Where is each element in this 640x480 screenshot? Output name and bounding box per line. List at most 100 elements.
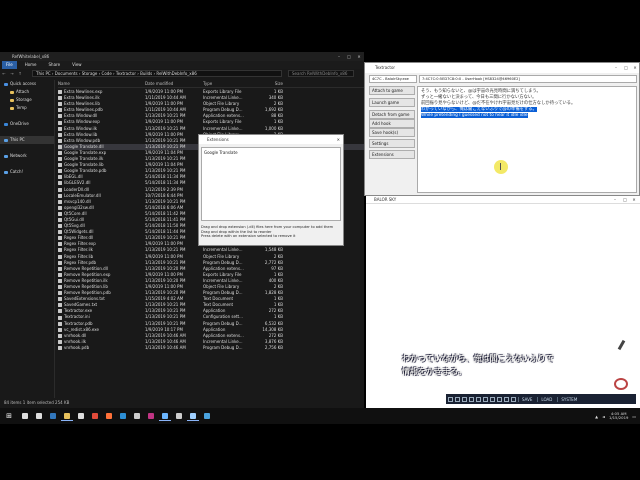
- system-tray: ▲ ◄ 4:05 AM 1/15/2019 ▭: [595, 408, 636, 424]
- game-menu-bar: SAVE LOAD SYSTEM: [446, 394, 636, 404]
- status-bar: 84 items 1 item selected 254 KB: [0, 398, 364, 408]
- navigation-pane: Quick access Attach Storage Temp OneDrive Thi…: [0, 80, 55, 398]
- textractor-icon[interactable]: [159, 411, 171, 421]
- game-save-button[interactable]: SAVE: [518, 396, 535, 402]
- address-bar-row: ← → ↑ This PC › Documents › Storage › Co…: [0, 69, 364, 78]
- ribbon-tab-home[interactable]: Home: [21, 61, 41, 69]
- nav-item-label: Quick access: [10, 81, 37, 86]
- forward-icon[interactable]: →: [8, 71, 16, 76]
- extensions-button[interactable]: Extensions: [369, 150, 415, 159]
- nav-item-this-pc[interactable]: This PC: [0, 136, 54, 144]
- column-date[interactable]: Date modified: [145, 80, 203, 87]
- minimize-icon[interactable]: –: [610, 196, 620, 204]
- game-control-icon[interactable]: [490, 396, 495, 402]
- explorer-title-bar[interactable]: RefWhitelabel_x86 – □ ✕: [0, 52, 364, 61]
- search-icon[interactable]: [19, 411, 31, 421]
- search-input[interactable]: Search RelWithDebInfo_x86: [288, 70, 354, 77]
- up-icon[interactable]: ↑: [16, 71, 24, 76]
- detach-from-game-button[interactable]: Detach from game: [369, 110, 415, 119]
- game-dialogue[interactable]: わかっていながら、俺は聞こえないふりで 情報をかきまる。: [402, 352, 606, 378]
- terminal-icon[interactable]: [131, 411, 143, 421]
- close-icon[interactable]: ✕: [629, 196, 639, 204]
- extension-item[interactable]: Google Translate: [204, 150, 338, 155]
- nav-item-catch-[interactable]: Catch!: [0, 168, 54, 176]
- game-control-icon[interactable]: [469, 396, 474, 402]
- minimize-icon[interactable]: –: [611, 63, 621, 73]
- game-control-icon[interactable]: [497, 396, 502, 402]
- file-icon: [58, 138, 62, 143]
- vscode-icon[interactable]: [117, 411, 129, 421]
- nav-item-temp[interactable]: Temp: [0, 104, 54, 112]
- save-hook-s--button[interactable]: Save hook(s): [369, 128, 415, 137]
- volume-icon[interactable]: ◄: [602, 414, 605, 419]
- windows-start-icon[interactable]: ⊞: [0, 408, 18, 424]
- nav-item-label: This PC: [10, 137, 25, 142]
- game-control-icon[interactable]: [462, 396, 467, 402]
- file-row[interactable]: vnrhook.pdb 1/13/2019 10:46 AM Program Deb…: [58, 345, 364, 351]
- mouse-cursor-highlight: [494, 160, 508, 174]
- ribbon-tab-share[interactable]: Share: [45, 61, 65, 69]
- settings-icon[interactable]: [173, 411, 185, 421]
- file-icon: [58, 321, 62, 326]
- game-control-icon[interactable]: [448, 396, 453, 402]
- nav-item-attach[interactable]: Attach: [0, 88, 54, 96]
- maximize-icon[interactable]: □: [344, 52, 354, 61]
- network-icon[interactable]: ▲: [595, 414, 598, 419]
- column-size[interactable]: Size: [255, 80, 283, 87]
- textractor-title-bar[interactable]: Textractor – □ ✕: [365, 63, 639, 73]
- process-select[interactable]: 4C7C - BalolrSky.exe: [369, 75, 417, 83]
- add-hook-button[interactable]: Add hook: [369, 119, 415, 128]
- close-icon[interactable]: ✕: [337, 135, 340, 144]
- game-control-icon[interactable]: [476, 396, 481, 402]
- column-type[interactable]: Type: [203, 80, 255, 87]
- file-icon: [58, 291, 62, 296]
- nav-item-storage[interactable]: Storage: [0, 96, 54, 104]
- attach-to-game-button[interactable]: Attach to game: [369, 86, 415, 95]
- breadcrumb[interactable]: This PC › Documents › Storage › Code › T…: [32, 70, 282, 77]
- game-system-button[interactable]: SYSTEM: [557, 396, 580, 402]
- close-icon[interactable]: ✕: [354, 52, 364, 61]
- ribbon-tab-view[interactable]: View: [68, 61, 86, 69]
- game-control-icon[interactable]: [483, 396, 488, 402]
- store-icon[interactable]: [75, 411, 87, 421]
- game-control-icon[interactable]: [455, 396, 460, 402]
- game-title-bar[interactable]: BALOR SKY – □ ✕: [366, 196, 640, 204]
- help-line: Drag and drop extension (.dll) files her…: [201, 225, 334, 229]
- nav-item-quick-access[interactable]: Quick access: [0, 80, 54, 88]
- game-control-icon[interactable]: [504, 396, 509, 402]
- extracted-text-area[interactable]: そう、もう知らないと、@は宇宙の光見時間に満ちてしまう。 ずっと一緒ないと決まっ…: [417, 86, 637, 193]
- chrome-icon[interactable]: [89, 411, 101, 421]
- thread-select[interactable]: 7:4C7C:0:5ED7C8:0:0 - UserHook [HS8324@4…: [419, 75, 637, 83]
- game-load-button[interactable]: LOAD: [537, 396, 555, 402]
- task-view-icon[interactable]: [33, 411, 45, 421]
- dialog-title-bar[interactable]: Extensions ✕: [199, 135, 343, 144]
- game-icon[interactable]: [187, 411, 199, 421]
- clock[interactable]: 4:05 AM 1/15/2019: [609, 411, 628, 421]
- ribbon-tab-file[interactable]: File: [2, 61, 17, 69]
- back-icon[interactable]: ←: [0, 71, 8, 76]
- nav-item-onedrive[interactable]: OneDrive: [0, 120, 54, 128]
- notification-icon[interactable]: ▭: [632, 414, 636, 419]
- file-icon: [58, 108, 62, 113]
- settings-button[interactable]: Settings: [369, 139, 415, 148]
- game-control-icon[interactable]: [511, 396, 516, 402]
- nav-item-network[interactable]: Network: [0, 152, 54, 160]
- pc-icon: [4, 138, 8, 142]
- extension-list[interactable]: Google Translate: [201, 147, 341, 221]
- taskbar-glyph: [162, 412, 168, 419]
- taskbar-glyph: [50, 413, 56, 419]
- file-icon: [58, 254, 62, 259]
- photos-icon[interactable]: [201, 411, 213, 421]
- edge-icon[interactable]: [47, 411, 59, 421]
- launch-game-button[interactable]: Launch game: [369, 98, 415, 107]
- explorer-icon[interactable]: [61, 411, 73, 421]
- firefox-icon[interactable]: [103, 411, 115, 421]
- star-icon: [4, 82, 8, 86]
- file-icon: [58, 345, 62, 350]
- nav-item-label: OneDrive: [10, 121, 29, 126]
- close-icon[interactable]: ✕: [630, 63, 640, 73]
- minimize-icon[interactable]: –: [334, 52, 344, 61]
- taskbar-glyph: [190, 412, 196, 419]
- column-name[interactable]: Name: [58, 80, 145, 87]
- media-icon[interactable]: [145, 411, 157, 421]
